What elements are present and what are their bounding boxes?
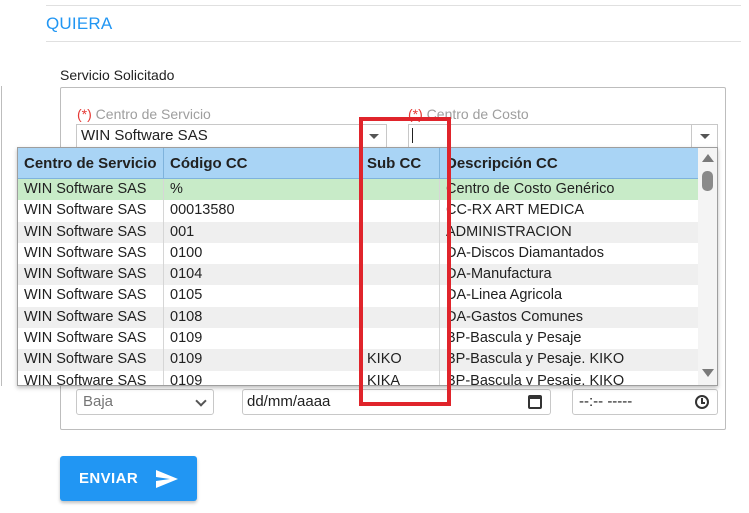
dropdown-row[interactable]: WIN Software SAS % Centro de Costo Genér… <box>18 179 699 201</box>
dropdown-row[interactable]: WIN Software SAS 0108 DA-Gastos Comunes <box>18 306 699 329</box>
dropdown-header-row: Centro de Servicio Código CC Sub CC Desc… <box>18 148 699 179</box>
cell-codigo-cc: 0104 <box>164 264 361 286</box>
cell-descripcion-cc: ADMINISTRACION <box>446 223 572 240</box>
cell-codigo-cc: 00013580 <box>164 200 361 222</box>
centro-servicio-value: WIN Software SAS <box>81 127 208 144</box>
cell-centro-servicio: WIN Software SAS <box>18 306 164 329</box>
column-header-sub-cc: Sub CC <box>361 148 440 179</box>
cell-codigo-cc: 0108 <box>164 306 361 329</box>
cell-sub-cc <box>361 264 440 286</box>
cell-descripcion-cc: DA-Linea Agricola <box>446 287 563 304</box>
header-divider <box>46 41 741 42</box>
cell-codigo-cc: 0105 <box>164 285 361 307</box>
cell-descripcion-cc: CC-RX ART MEDICA <box>446 202 585 219</box>
cell-codigo-cc: 0100 <box>164 242 361 265</box>
dropdown-row[interactable]: WIN Software SAS 00013580 CC-RX ART MEDI… <box>18 200 699 222</box>
cell-codigo-cc: 0109 <box>164 370 361 385</box>
cell-codigo-cc: % <box>164 179 361 201</box>
centro-costo-combobox[interactable] <box>408 124 718 148</box>
enviar-button[interactable]: ENVIAR <box>60 456 197 501</box>
column-header-centro-servicio: Centro de Servicio <box>18 148 164 179</box>
dropdown-row[interactable]: WIN Software SAS 0105 DA-Linea Agricola <box>18 285 699 307</box>
cell-centro-servicio: WIN Software SAS <box>18 370 164 385</box>
cell-centro-servicio: WIN Software SAS <box>18 242 164 265</box>
cell-sub-cc <box>361 306 440 329</box>
send-icon <box>156 470 178 488</box>
chevron-down-icon[interactable] <box>360 125 386 147</box>
cell-sub-cc: KIKO <box>361 349 440 371</box>
dropdown-row[interactable]: WIN Software SAS 0109 BP-Bascula y Pesaj… <box>18 328 699 350</box>
cell-sub-cc <box>361 285 440 307</box>
dropdown-body: WIN Software SAS % Centro de Costo Genér… <box>18 179 699 386</box>
cell-centro-servicio: WIN Software SAS <box>18 328 164 350</box>
date-placeholder: dd/mm/aaaa <box>247 393 331 410</box>
dropdown-row[interactable]: WIN Software SAS 0100 DA-Discos Diamanta… <box>18 242 699 265</box>
centro-servicio-label: (*) Centro de Servicio <box>77 106 211 122</box>
dropdown-scrollbar[interactable] <box>698 148 717 385</box>
cell-sub-cc <box>361 328 440 350</box>
cell-centro-servicio: WIN Software SAS <box>18 221 164 243</box>
cell-centro-servicio: WIN Software SAS <box>18 264 164 286</box>
time-placeholder: --:-- ----- <box>579 393 633 410</box>
dropdown-row[interactable]: WIN Software SAS 001 ADMINISTRACION <box>18 221 699 243</box>
top-divider <box>46 5 741 6</box>
centro-servicio-label-text: Centro de Servicio <box>95 106 211 122</box>
section-title: QUIERA <box>46 14 113 33</box>
dropdown-row[interactable]: WIN Software SAS 0109 KIKO BP-Bascula y … <box>18 349 699 371</box>
scrollbar-thumb[interactable] <box>702 171 713 191</box>
cell-sub-cc <box>361 221 440 243</box>
cell-codigo-cc: 001 <box>164 221 361 243</box>
column-header-codigo-cc: Código CC <box>164 148 361 179</box>
priority-select[interactable]: Baja <box>76 389 214 415</box>
cell-descripcion-cc: DA-Discos Diamantados <box>446 244 604 261</box>
cell-descripcion-cc: BP-Bascula y Pesaje. KIKO <box>446 351 625 368</box>
cell-sub-cc <box>361 179 440 201</box>
cell-descripcion-cc: Centro de Costo Genérico <box>446 181 615 197</box>
left-panel-edge <box>0 86 2 386</box>
required-mark: (*) <box>408 106 423 122</box>
cell-centro-servicio: WIN Software SAS <box>18 200 164 222</box>
cell-sub-cc <box>361 200 440 222</box>
clock-icon[interactable] <box>695 395 709 409</box>
scroll-up-icon[interactable] <box>702 154 714 162</box>
cell-descripcion-cc: DA-Gastos Comunes <box>446 308 583 325</box>
cell-descripcion-cc: BP-Bascula y Pesaje. KIKO <box>446 372 625 386</box>
centro-costo-dropdown[interactable]: Centro de Servicio Código CC Sub CC Desc… <box>17 147 718 386</box>
scroll-down-icon[interactable] <box>702 369 714 377</box>
centro-costo-label: (*) Centro de Costo <box>408 106 529 122</box>
cell-centro-servicio: WIN Software SAS <box>18 285 164 307</box>
cell-descripcion-cc: BP-Bascula y Pesaje <box>446 330 582 347</box>
centro-servicio-select[interactable]: WIN Software SAS <box>76 124 387 148</box>
cell-sub-cc <box>361 242 440 265</box>
dropdown-row[interactable]: WIN Software SAS 0109 KIKA BP-Bascula y … <box>18 370 699 386</box>
text-cursor <box>412 128 413 143</box>
cell-codigo-cc: 0109 <box>164 349 361 371</box>
priority-value: Baja <box>83 393 114 410</box>
page: QUIERA Servicio Solicitado (*) Centro de… <box>0 0 749 513</box>
column-header-descripcion-cc: Descripción CC <box>446 155 558 172</box>
calendar-icon[interactable] <box>528 395 542 409</box>
chevron-down-icon[interactable] <box>691 125 717 147</box>
cell-sub-cc: KIKA <box>361 370 440 385</box>
date-input[interactable]: dd/mm/aaaa <box>242 389 551 415</box>
centro-costo-label-text: Centro de Costo <box>426 106 529 122</box>
fieldset-legend: Servicio Solicitado <box>60 67 175 83</box>
dropdown-row[interactable]: WIN Software SAS 0104 DA-Manufactura <box>18 264 699 286</box>
cell-centro-servicio: WIN Software SAS <box>18 349 164 371</box>
cell-codigo-cc: 0109 <box>164 328 361 350</box>
required-mark: (*) <box>77 106 92 122</box>
time-input[interactable]: --:-- ----- <box>572 389 718 415</box>
enviar-label: ENVIAR <box>79 470 139 487</box>
cell-centro-servicio: WIN Software SAS <box>18 179 164 201</box>
cell-descripcion-cc: DA-Manufactura <box>446 266 552 283</box>
chevron-down-icon <box>195 395 207 407</box>
